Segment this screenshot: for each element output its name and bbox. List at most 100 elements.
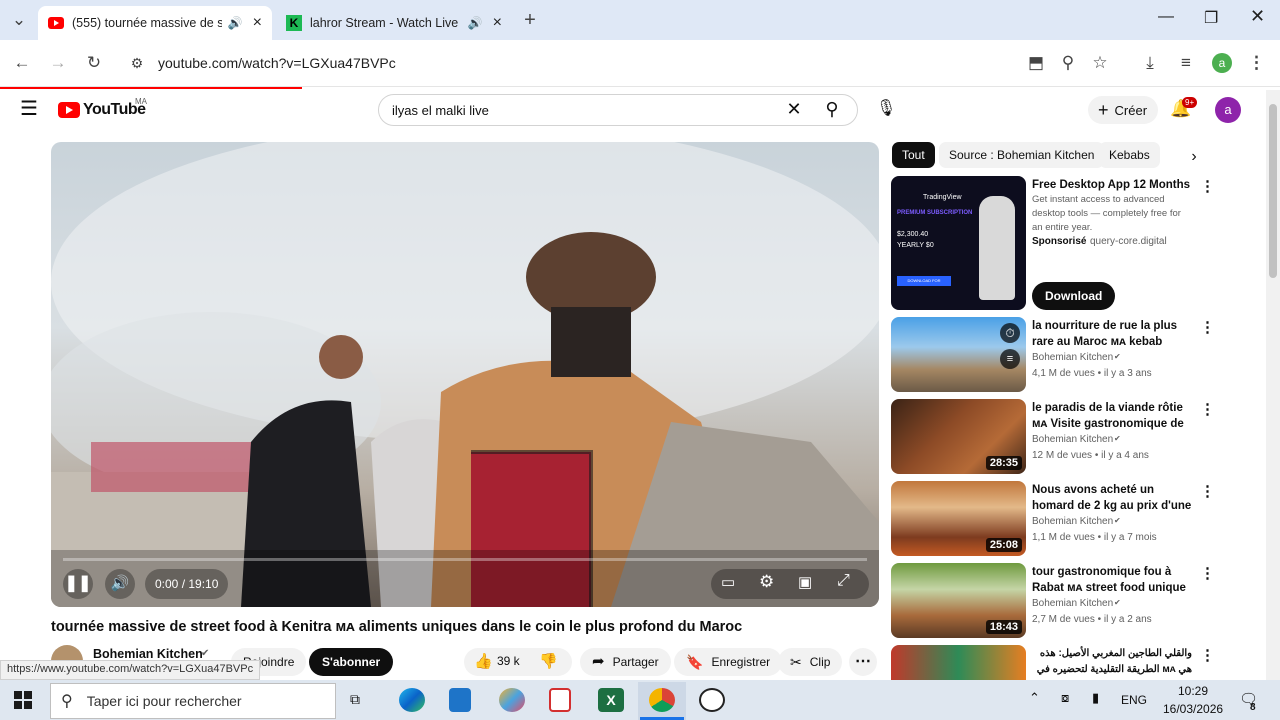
close-tab-icon[interactable]: × <box>493 14 502 32</box>
install-app-icon[interactable]: ⬒ <box>1026 53 1046 73</box>
related-menu-icon[interactable]: ⋮ <box>1200 318 1215 336</box>
save-button[interactable]: 🔖 Enregistrer <box>674 648 783 676</box>
youtube-logo[interactable]: YouTube <box>58 101 146 119</box>
edge-icon[interactable] <box>399 688 425 712</box>
window-close-icon[interactable]: ✕ <box>1250 6 1265 27</box>
related-title[interactable]: Nous avons acheté un homard de 2 kg au p… <box>1032 482 1192 514</box>
account-avatar[interactable]: a <box>1215 97 1241 123</box>
microphone-icon[interactable]: 🎙 <box>876 99 896 119</box>
calculator-icon[interactable] <box>449 688 471 712</box>
scrollbar-thumb[interactable] <box>1269 104 1277 278</box>
speaker-icon[interactable]: 🔊 <box>468 16 483 30</box>
like-count[interactable]: 39 k <box>497 654 520 668</box>
close-tab-icon[interactable]: × <box>253 14 262 32</box>
taskbar-search-box[interactable]: ⚲ Taper ici pour rechercher <box>50 683 336 719</box>
speaker-icon[interactable]: 🔊 <box>228 16 243 30</box>
ad-menu-icon[interactable]: ⋮ <box>1200 177 1215 195</box>
excel-icon[interactable]: X <box>598 688 624 712</box>
browser-menu-icon[interactable]: ⋮ <box>1248 53 1265 73</box>
profile-avatar[interactable]: a <box>1212 53 1232 73</box>
related-title[interactable]: le paradis de la viande rôtie ᴍᴀ Visite … <box>1032 400 1192 432</box>
forward-icon[interactable]: → <box>48 53 68 73</box>
start-windows-icon[interactable] <box>14 691 32 709</box>
tab-lahror[interactable]: K lahror Stream - Watch Live 🔊 × <box>276 6 512 40</box>
related-thumbnail-2[interactable]: 28:35 <box>891 399 1026 474</box>
taskbar-search-placeholder: Taper ici pour rechercher <box>86 693 242 709</box>
watch-later-clock-icon[interactable]: ⏱ <box>1000 323 1020 343</box>
related-menu-icon[interactable]: ⋮ <box>1200 564 1215 582</box>
volume-icon[interactable]: 🔊 <box>105 569 135 599</box>
related-thumbnail-1[interactable]: ⏱ ≡ <box>891 317 1026 392</box>
fullscreen-icon[interactable]: ⤢ <box>837 572 850 590</box>
seek-bar[interactable] <box>63 558 867 561</box>
tab-search-chevron-icon[interactable]: ⌄ <box>10 10 28 30</box>
clock[interactable]: 10:29 16/03/2026 <box>1163 682 1223 718</box>
related-thumbnail-5[interactable] <box>891 645 1026 680</box>
back-icon[interactable]: ← <box>12 53 32 73</box>
related-channel[interactable]: Bohemian Kitchen <box>1032 598 1113 609</box>
related-thumbnail-4[interactable]: 18:43 <box>891 563 1026 638</box>
create-button[interactable]: + Créer <box>1088 96 1158 124</box>
more-actions-icon[interactable]: ⋯ <box>849 648 877 676</box>
theater-mode-icon[interactable]: ▣ <box>798 573 812 591</box>
related-channel[interactable]: Bohemian Kitchen <box>1032 516 1113 527</box>
clock-date: 16/03/2026 <box>1163 702 1224 716</box>
snipping-tool-icon[interactable] <box>549 688 571 712</box>
like-icon[interactable]: 👍 <box>474 652 493 670</box>
duration-badge: 28:35 <box>985 456 1022 470</box>
related-title[interactable]: tour gastronomique fou à Rabat ᴍᴀ street… <box>1032 564 1192 596</box>
minimize-icon[interactable]: — <box>1158 8 1174 26</box>
clear-search-icon[interactable]: ✕ <box>785 99 803 119</box>
add-to-queue-icon[interactable]: ≡ <box>1000 349 1020 369</box>
omnibox[interactable]: ⚙ youtube.com/watch?v=LGXua47BVPc <box>120 46 1020 80</box>
clip-button[interactable]: ✂ Clip <box>778 648 843 676</box>
share-button[interactable]: ➦ Partager <box>580 648 671 676</box>
subtitles-icon[interactable]: ▭ <box>721 573 735 591</box>
language-indicator[interactable]: ENG <box>1121 693 1147 707</box>
chip-all[interactable]: Tout <box>892 142 935 168</box>
ad-download-button[interactable]: Download <box>1032 282 1116 310</box>
video-player[interactable]: ❚❚ 🔊 0:00 / 19:10 ▭ ⚙ ▣ ⤢ <box>51 142 879 607</box>
ad-domain: query-core.digital <box>1090 236 1167 247</box>
related-title[interactable]: la nourriture de rue la plus rare au Mar… <box>1032 318 1192 350</box>
related-channel[interactable]: Bohemian Kitchen <box>1032 352 1113 363</box>
media-control-icon[interactable]: ≡ <box>1176 53 1196 73</box>
downloads-icon[interactable]: ⤓ <box>1140 53 1160 73</box>
pause-button[interactable]: ❚❚ <box>63 569 93 599</box>
page-scrollbar[interactable] <box>1266 90 1280 680</box>
related-menu-icon[interactable]: ⋮ <box>1200 400 1215 418</box>
related-menu-icon[interactable]: ⋮ <box>1200 482 1215 500</box>
task-view-icon[interactable]: ⧉ <box>350 691 360 708</box>
related-channel[interactable]: Bohemian Kitchen <box>1032 434 1113 445</box>
dislike-icon[interactable]: 👎 <box>539 652 558 670</box>
chip-source[interactable]: Source : Bohemian Kitchen <box>939 142 1105 168</box>
zoom-icon[interactable]: ⚲ <box>1058 53 1078 73</box>
tab-youtube[interactable]: (555) tournée massive de st 🔊 × <box>38 6 272 40</box>
restore-icon[interactable]: ❐ <box>1204 8 1218 28</box>
usb-icon[interactable]: ▮ <box>1092 690 1099 706</box>
related-menu-icon[interactable]: ⋮ <box>1200 646 1215 664</box>
paint-icon[interactable] <box>499 688 525 712</box>
chrome-icon[interactable] <box>649 688 675 712</box>
bookmark-star-icon[interactable]: ☆ <box>1090 53 1110 73</box>
site-info-icon[interactable]: ⚙ <box>128 53 146 73</box>
reload-icon[interactable]: ↻ <box>84 53 104 73</box>
url-text[interactable]: youtube.com/watch?v=LGXua47BVPc <box>158 55 396 71</box>
chips-next-icon[interactable]: › <box>1185 147 1203 167</box>
search-icon[interactable]: ⚲ <box>821 99 843 119</box>
recorder-icon[interactable] <box>699 688 725 712</box>
show-hidden-icons-icon[interactable]: ⌃ <box>1029 690 1040 706</box>
channel-name[interactable]: Bohemian Kitchen <box>93 647 203 661</box>
search-query[interactable]: ilyas el malki live <box>392 103 489 118</box>
chip-kebabs[interactable]: Kebabs <box>1099 142 1160 168</box>
settings-gear-icon[interactable]: ⚙ <box>759 572 774 592</box>
subscribe-button[interactable]: S'abonner <box>309 648 394 676</box>
verified-icon: ✔ <box>1114 434 1121 443</box>
related-title[interactable]: والقلي الطاجين المغربي الأصيل: هذه هي ᴍᴀ… <box>1032 646 1192 676</box>
new-tab-icon[interactable]: + <box>520 10 540 30</box>
hamburger-menu-icon[interactable]: ☰ <box>18 99 40 119</box>
related-thumbnail-3[interactable]: 25:08 <box>891 481 1026 556</box>
ad-title[interactable]: Free Desktop App 12 Months <box>1032 177 1192 193</box>
ad-thumbnail[interactable]: TradingView PREMIUM SUBSCRIPTION $2,300.… <box>891 176 1026 310</box>
device-icon[interactable]: ⧇ <box>1061 690 1069 706</box>
